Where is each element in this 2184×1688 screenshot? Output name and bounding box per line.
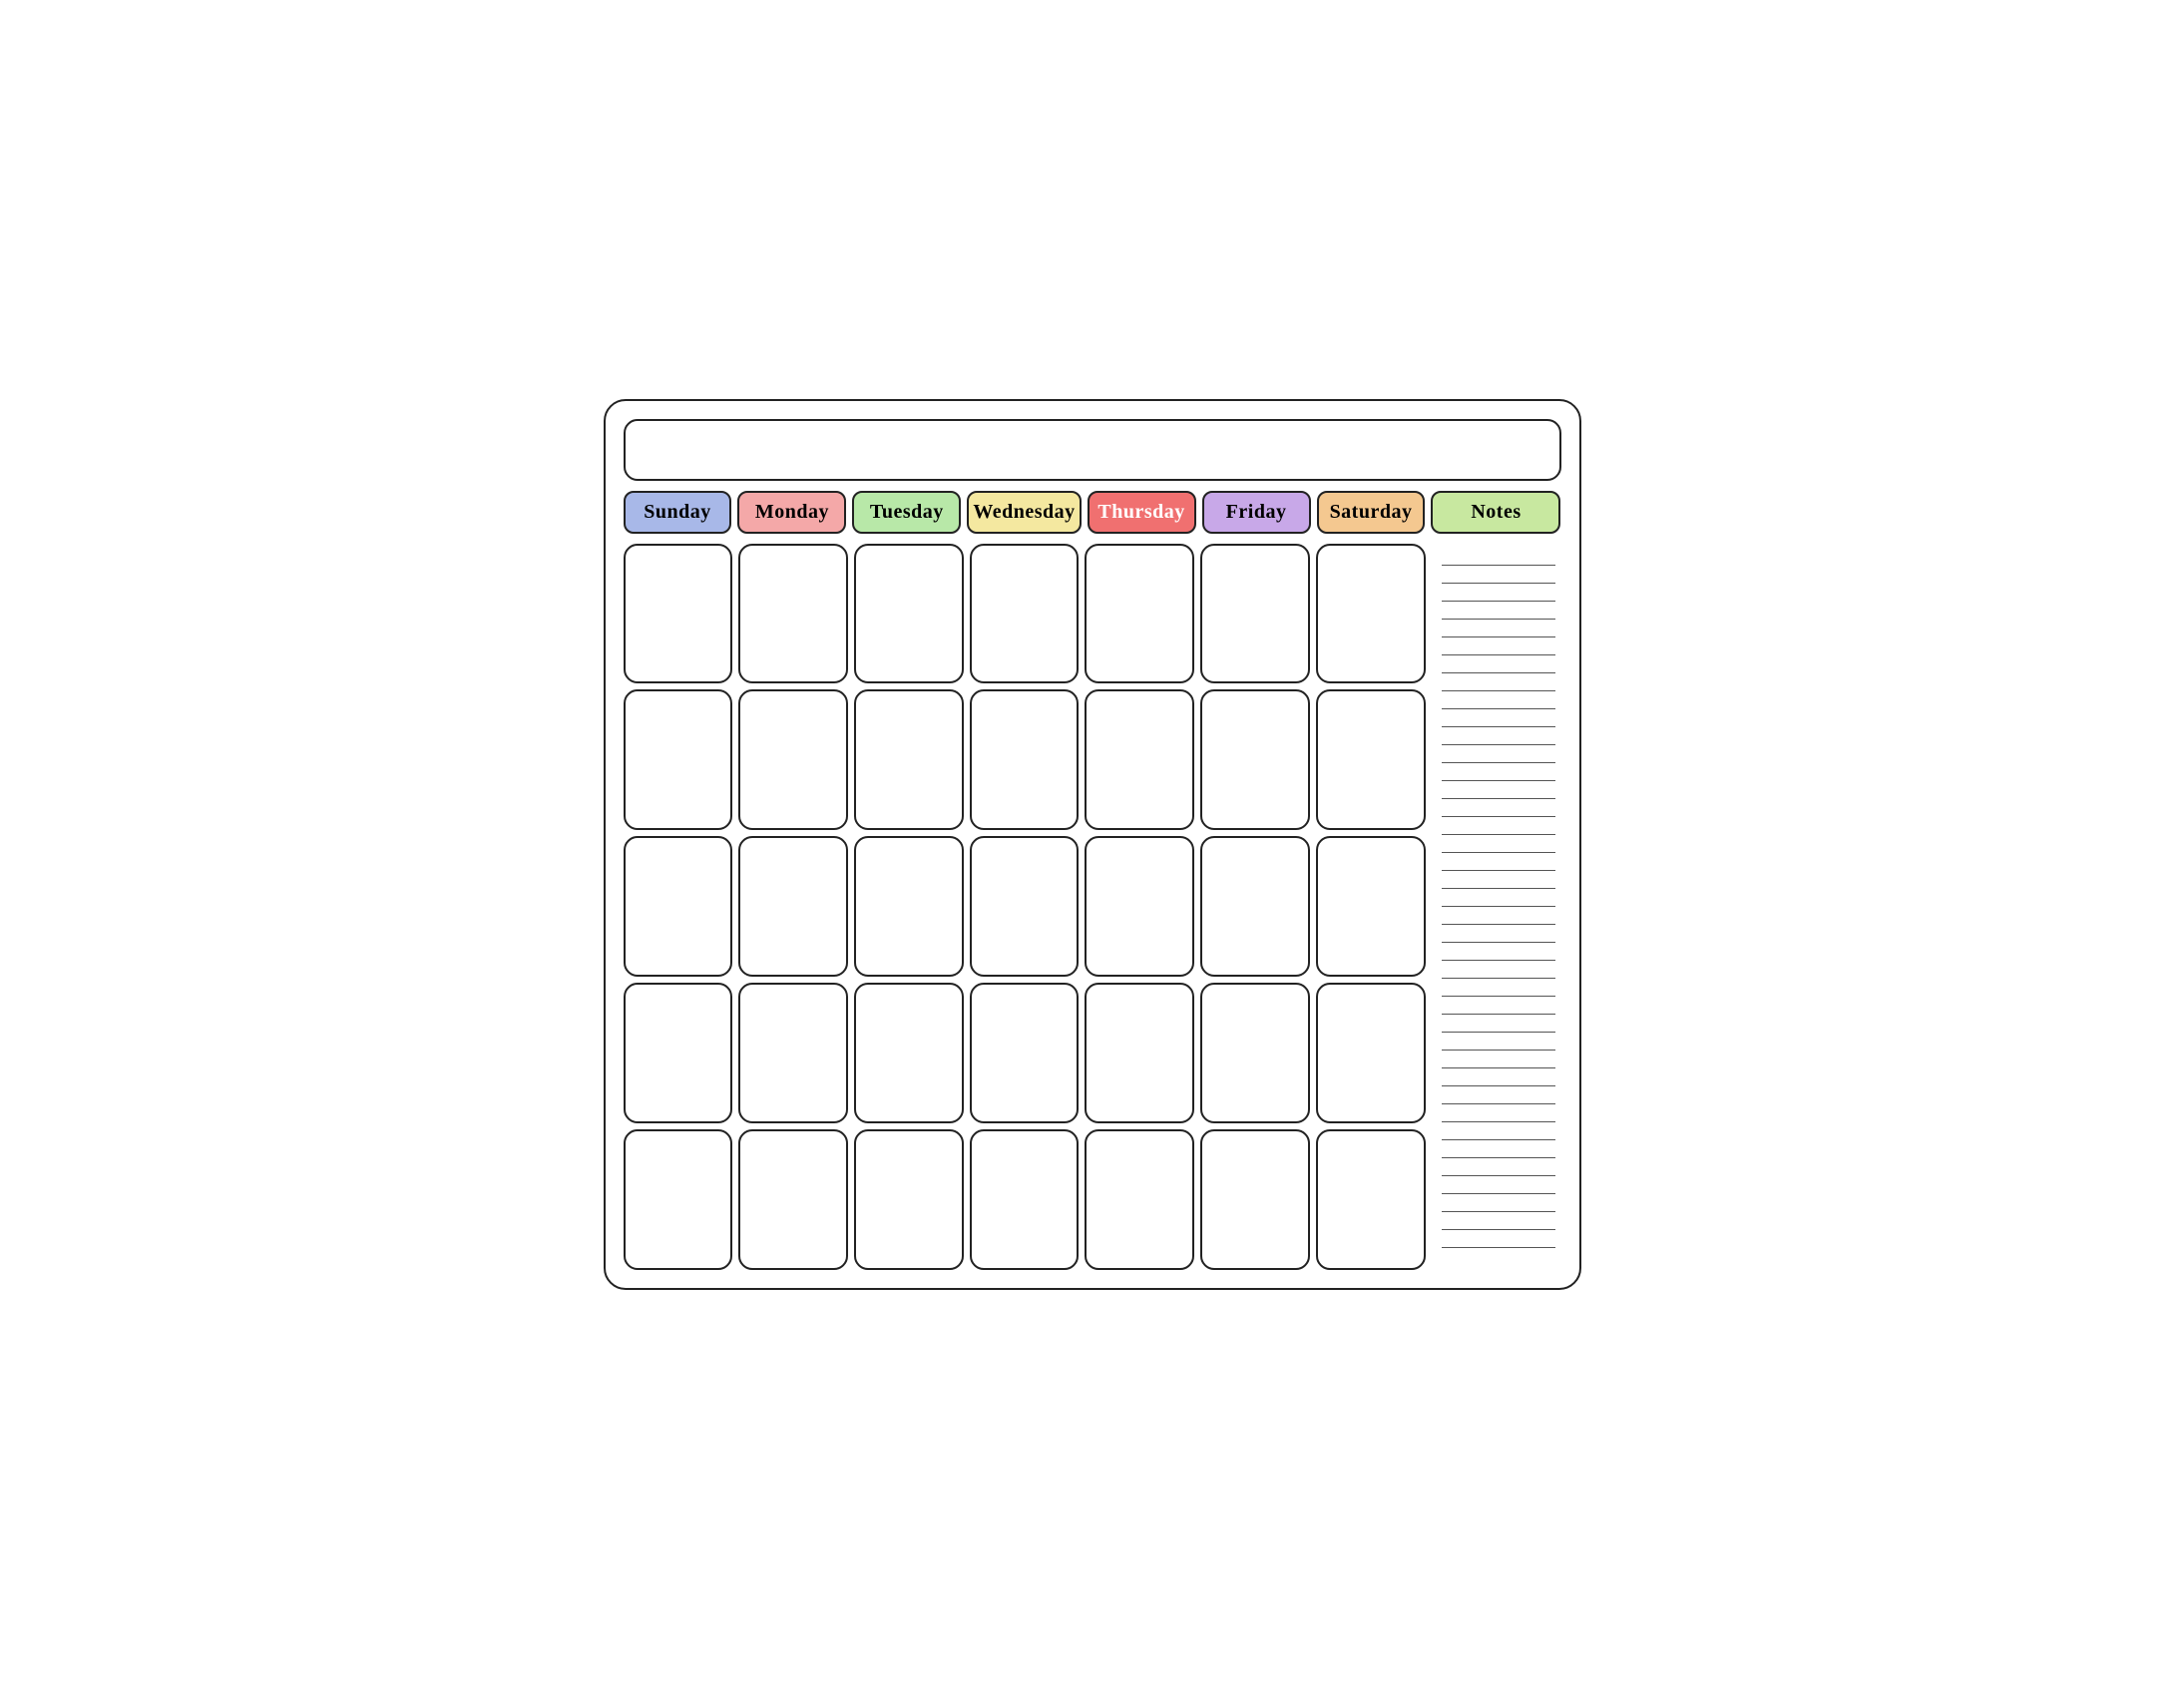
table-row[interactable] — [624, 544, 733, 684]
table-row[interactable] — [1085, 836, 1194, 977]
col-header-tuesday: Tuesday — [852, 491, 961, 534]
notes-line[interactable] — [1442, 620, 1555, 637]
table-row[interactable] — [738, 544, 848, 684]
notes-line[interactable] — [1442, 799, 1555, 817]
notes-line[interactable] — [1442, 584, 1555, 602]
notes-line[interactable] — [1442, 907, 1555, 925]
table-row[interactable] — [738, 983, 848, 1123]
calendar-wrapper: Sunday Monday Tuesday Wednesday Thursday… — [604, 399, 1581, 1290]
notes-line[interactable] — [1442, 1122, 1555, 1140]
notes-line[interactable] — [1442, 889, 1555, 907]
table-row[interactable] — [970, 689, 1080, 830]
notes-line[interactable] — [1442, 691, 1555, 709]
notes-line[interactable] — [1442, 1033, 1555, 1051]
notes-line[interactable] — [1442, 1212, 1555, 1230]
title-bar[interactable] — [624, 419, 1561, 481]
notes-line[interactable] — [1442, 961, 1555, 979]
table-row[interactable] — [970, 544, 1080, 684]
table-row[interactable] — [624, 983, 733, 1123]
col-header-thursday: Thursday — [1088, 491, 1196, 534]
table-row[interactable] — [1316, 544, 1426, 684]
notes-line[interactable] — [1442, 997, 1555, 1015]
notes-line[interactable] — [1442, 1068, 1555, 1086]
notes-line[interactable] — [1442, 1230, 1555, 1248]
table-row[interactable] — [970, 836, 1080, 977]
notes-line[interactable] — [1442, 602, 1555, 620]
notes-line[interactable] — [1442, 1176, 1555, 1194]
table-row[interactable] — [854, 689, 964, 830]
notes-line[interactable] — [1442, 817, 1555, 835]
table-row[interactable] — [738, 836, 848, 977]
table-row[interactable] — [854, 544, 964, 684]
col-header-notes: Notes — [1431, 491, 1560, 534]
table-row[interactable] — [1200, 836, 1310, 977]
notes-line[interactable] — [1442, 1248, 1555, 1266]
table-row[interactable] — [1316, 689, 1426, 830]
table-row[interactable] — [1316, 1129, 1426, 1270]
table-row[interactable] — [1085, 983, 1194, 1123]
notes-line[interactable] — [1442, 1104, 1555, 1122]
notes-column[interactable] — [1432, 544, 1561, 1270]
notes-line[interactable] — [1442, 871, 1555, 889]
table-row[interactable] — [738, 689, 848, 830]
table-row[interactable] — [1200, 983, 1310, 1123]
notes-line[interactable] — [1442, 1140, 1555, 1158]
table-row[interactable] — [1085, 689, 1194, 830]
notes-line[interactable] — [1442, 566, 1555, 584]
col-header-wednesday: Wednesday — [967, 491, 1081, 534]
notes-line[interactable] — [1442, 745, 1555, 763]
table-row[interactable] — [1200, 544, 1310, 684]
table-row[interactable] — [1085, 544, 1194, 684]
table-row[interactable] — [624, 689, 733, 830]
notes-line[interactable] — [1442, 835, 1555, 853]
notes-line[interactable] — [1442, 1086, 1555, 1104]
col-header-saturday: Saturday — [1317, 491, 1426, 534]
table-row[interactable] — [1200, 689, 1310, 830]
table-row[interactable] — [624, 836, 733, 977]
table-row[interactable] — [854, 983, 964, 1123]
notes-line[interactable] — [1442, 1015, 1555, 1033]
col-header-sunday: Sunday — [624, 491, 732, 534]
notes-line[interactable] — [1442, 979, 1555, 997]
notes-line[interactable] — [1442, 673, 1555, 691]
calendar-body — [624, 544, 1561, 1270]
notes-line[interactable] — [1442, 763, 1555, 781]
table-row[interactable] — [970, 1129, 1080, 1270]
table-row[interactable] — [738, 1129, 848, 1270]
notes-line[interactable] — [1442, 781, 1555, 799]
table-row[interactable] — [854, 836, 964, 977]
notes-line[interactable] — [1442, 637, 1555, 655]
days-grid — [624, 544, 1426, 1270]
notes-line[interactable] — [1442, 727, 1555, 745]
notes-line[interactable] — [1442, 1194, 1555, 1212]
table-row[interactable] — [1200, 1129, 1310, 1270]
table-row[interactable] — [624, 1129, 733, 1270]
col-header-monday: Monday — [737, 491, 846, 534]
notes-line[interactable] — [1442, 1158, 1555, 1176]
table-row[interactable] — [854, 1129, 964, 1270]
notes-line[interactable] — [1442, 853, 1555, 871]
notes-line[interactable] — [1442, 925, 1555, 943]
table-row[interactable] — [1316, 983, 1426, 1123]
notes-line[interactable] — [1442, 943, 1555, 961]
table-row[interactable] — [970, 983, 1080, 1123]
notes-line[interactable] — [1442, 1051, 1555, 1068]
table-row[interactable] — [1316, 836, 1426, 977]
notes-line[interactable] — [1442, 548, 1555, 566]
notes-line[interactable] — [1442, 709, 1555, 727]
col-header-friday: Friday — [1202, 491, 1311, 534]
table-row[interactable] — [1085, 1129, 1194, 1270]
notes-line[interactable] — [1442, 655, 1555, 673]
header-row: Sunday Monday Tuesday Wednesday Thursday… — [624, 491, 1561, 534]
